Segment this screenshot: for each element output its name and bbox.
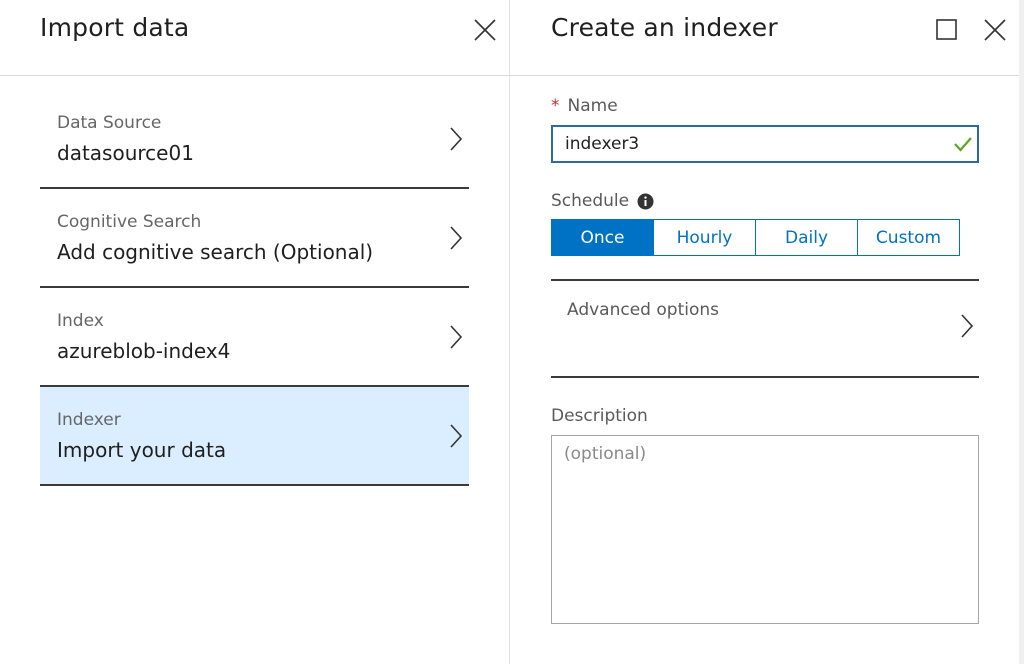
- step-label: Indexer: [57, 410, 121, 430]
- schedule-once-button[interactable]: Once: [552, 220, 654, 255]
- description-label: Description: [551, 406, 648, 426]
- step-value: datasource01: [57, 141, 194, 165]
- close-button[interactable]: [472, 17, 498, 43]
- schedule-custom-button[interactable]: Custom: [858, 220, 959, 255]
- blade-title: Create an indexer: [551, 13, 778, 42]
- step-data-source[interactable]: Data Source datasource01: [40, 90, 469, 189]
- step-cognitive-search[interactable]: Cognitive Search Add cognitive search (O…: [40, 189, 469, 288]
- description-box: [551, 435, 979, 624]
- schedule-hourly-button[interactable]: Hourly: [654, 220, 756, 255]
- scrollbar[interactable]: [1019, 0, 1024, 664]
- chevron-right-icon: [449, 225, 463, 251]
- maximize-button[interactable]: [936, 19, 957, 40]
- close-icon: [474, 19, 496, 41]
- step-index[interactable]: Index azureblob-index4: [40, 288, 469, 387]
- schedule-option-group: Once Hourly Daily Custom: [551, 219, 960, 256]
- step-indexer[interactable]: Indexer Import your data: [40, 387, 469, 486]
- name-input-wrapper: [551, 125, 979, 163]
- step-label: Data Source: [57, 113, 162, 133]
- create-indexer-blade: Create an indexer * Name Schedule: [510, 0, 1024, 664]
- schedule-label-text: Schedule: [551, 191, 630, 211]
- blade-header: Create an indexer: [510, 0, 1024, 76]
- chevron-right-icon: [449, 126, 463, 152]
- close-button[interactable]: [982, 17, 1008, 43]
- advanced-options-label: Advanced options: [567, 300, 719, 320]
- info-icon[interactable]: [637, 193, 654, 210]
- advanced-options-row[interactable]: Advanced options: [551, 279, 979, 378]
- chevron-right-icon: [449, 324, 463, 350]
- checkmark-icon: [953, 135, 973, 153]
- step-value: azureblob-index4: [57, 339, 231, 363]
- step-label: Cognitive Search: [57, 212, 202, 232]
- close-icon: [984, 19, 1006, 41]
- maximize-icon: [936, 19, 957, 40]
- step-label: Index: [57, 311, 104, 331]
- schedule-label: Schedule: [551, 191, 654, 211]
- step-value: Add cognitive search (Optional): [57, 240, 374, 264]
- blade-title: Import data: [40, 13, 190, 42]
- step-value: Import your data: [57, 438, 227, 462]
- name-input[interactable]: [553, 127, 943, 161]
- name-field-label: * Name: [551, 96, 618, 116]
- required-marker: *: [551, 96, 560, 116]
- chevron-right-icon: [960, 313, 974, 339]
- name-label-text: Name: [567, 96, 618, 116]
- schedule-daily-button[interactable]: Daily: [756, 220, 858, 255]
- blade-header: Import data: [0, 0, 510, 76]
- description-input[interactable]: [552, 436, 978, 623]
- import-data-blade: Import data Data Source datasource01 Cog…: [0, 0, 510, 664]
- chevron-right-icon: [449, 423, 463, 449]
